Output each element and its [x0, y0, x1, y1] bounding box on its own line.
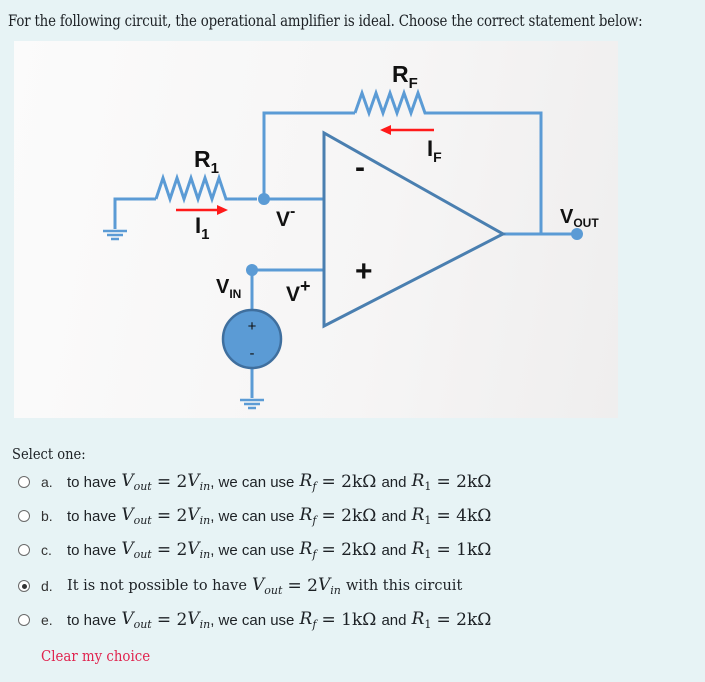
math-r1-value: = 1kΩ — [436, 540, 492, 560]
option-letter: d. — [41, 578, 53, 594]
circuit-diagram: R1 RF I1 IF V- V+ VIN VOUT - + + - — [14, 41, 618, 418]
math-eq: = 2 — [156, 610, 188, 630]
math-eq: = 2 — [156, 472, 188, 492]
math-r1-value: = 4kΩ — [436, 506, 492, 526]
option-letter: c. — [41, 542, 52, 558]
math-r1: R1 — [411, 471, 432, 493]
radio-button[interactable] — [18, 476, 30, 488]
math-rf-value: = 2kΩ — [321, 506, 377, 526]
math-eq: = 2 — [156, 506, 188, 526]
option-text: It is not possible to have — [67, 578, 247, 594]
math-vout: Vout — [252, 575, 283, 597]
ground-icon-left — [103, 229, 127, 241]
radio-button[interactable] — [18, 544, 30, 556]
option-letter: a. — [41, 474, 53, 490]
label-v-minus: V- — [276, 203, 295, 231]
option-text: , we can use — [210, 541, 295, 559]
math-rf: Rf — [299, 539, 317, 561]
math-vout: Vout — [121, 471, 152, 493]
math-vout: Vout — [121, 505, 152, 527]
option-letter: e. — [41, 612, 53, 628]
label-rf: RF — [392, 61, 418, 92]
option-text: to have — [67, 611, 117, 629]
math-rf: Rf — [299, 471, 317, 493]
label-vout: VOUT — [560, 206, 599, 230]
option-text: and — [381, 541, 407, 559]
answer-option-d[interactable]: d. It is not possible to have Vout = 2 Vi… — [18, 574, 618, 598]
math-rf: Rf — [299, 505, 317, 527]
radio-button[interactable] — [18, 510, 30, 522]
option-text: to have — [67, 473, 117, 491]
label-i1: I1 — [195, 213, 209, 243]
math-vin: Vin — [318, 575, 341, 597]
node-v-minus — [258, 193, 270, 205]
math-vin: Vin — [187, 505, 211, 527]
option-letter: b. — [41, 508, 53, 524]
answer-option-c[interactable]: c. to have Vout = 2 Vin, we can use Rf = … — [18, 538, 618, 562]
label-v-plus: V+ — [286, 276, 311, 306]
option-text: to have — [67, 507, 117, 525]
radio-button-selected[interactable] — [18, 580, 30, 592]
math-rf-value: = 1kΩ — [321, 610, 377, 630]
math-eq: = 2 — [287, 576, 318, 596]
arrow-i1 — [176, 205, 228, 215]
math-vin: Vin — [187, 471, 211, 493]
math-r1: R1 — [411, 539, 432, 561]
resistor-rf — [353, 88, 543, 234]
math-vout: Vout — [121, 539, 152, 561]
node-v-plus — [246, 264, 258, 276]
math-r1-value: = 2kΩ — [436, 610, 492, 630]
label-vin: VIN — [216, 276, 241, 301]
question-text: For the following circuit, the operation… — [8, 12, 643, 30]
math-r1: R1 — [411, 609, 432, 631]
select-one-label: Select one: — [12, 447, 86, 463]
source-minus-sign: - — [250, 345, 255, 362]
opamp-triangle — [322, 130, 507, 329]
math-rf-value: = 2kΩ — [321, 540, 377, 560]
opamp-plus-sign: + — [355, 255, 373, 288]
wire-feedback-left — [262, 111, 355, 199]
option-text: and — [381, 611, 407, 629]
resistor-r1 — [154, 173, 257, 204]
option-text: and — [381, 507, 407, 525]
circuit-svg: R1 RF I1 IF V- V+ VIN VOUT - + + - — [103, 61, 599, 410]
math-r1: R1 — [411, 505, 432, 527]
math-rf-value: = 2kΩ — [321, 472, 377, 492]
label-if: IF — [427, 136, 442, 165]
label-r1: R1 — [194, 146, 219, 177]
math-eq: = 2 — [156, 540, 188, 560]
option-text: and — [381, 473, 407, 491]
option-text: , we can use — [210, 473, 295, 491]
math-r1-value: = 2kΩ — [436, 472, 492, 492]
opamp-minus-sign: - — [355, 151, 365, 184]
option-text: with this circuit — [345, 578, 463, 594]
answer-option-e[interactable]: e. to have Vout = 2 Vin, we can use Rf = … — [18, 608, 618, 632]
answer-option-b[interactable]: b. to have Vout = 2 Vin, we can use Rf = … — [18, 504, 618, 528]
clear-choice-link[interactable]: Clear my choice — [41, 649, 150, 665]
radio-button[interactable] — [18, 614, 30, 626]
answer-option-a[interactable]: a. to have Vout = 2 Vin, we can use Rf = … — [18, 470, 618, 494]
ground-icon-source — [240, 398, 264, 410]
option-text: to have — [67, 541, 117, 559]
math-vin: Vin — [187, 539, 211, 561]
math-rf: Rf — [299, 609, 317, 631]
option-text: , we can use — [210, 611, 295, 629]
wire-ground-left — [113, 197, 156, 229]
arrow-if — [380, 125, 434, 135]
source-plus-sign: + — [248, 318, 257, 335]
math-vin: Vin — [187, 609, 211, 631]
option-text: , we can use — [210, 507, 295, 525]
math-vout: Vout — [121, 609, 152, 631]
